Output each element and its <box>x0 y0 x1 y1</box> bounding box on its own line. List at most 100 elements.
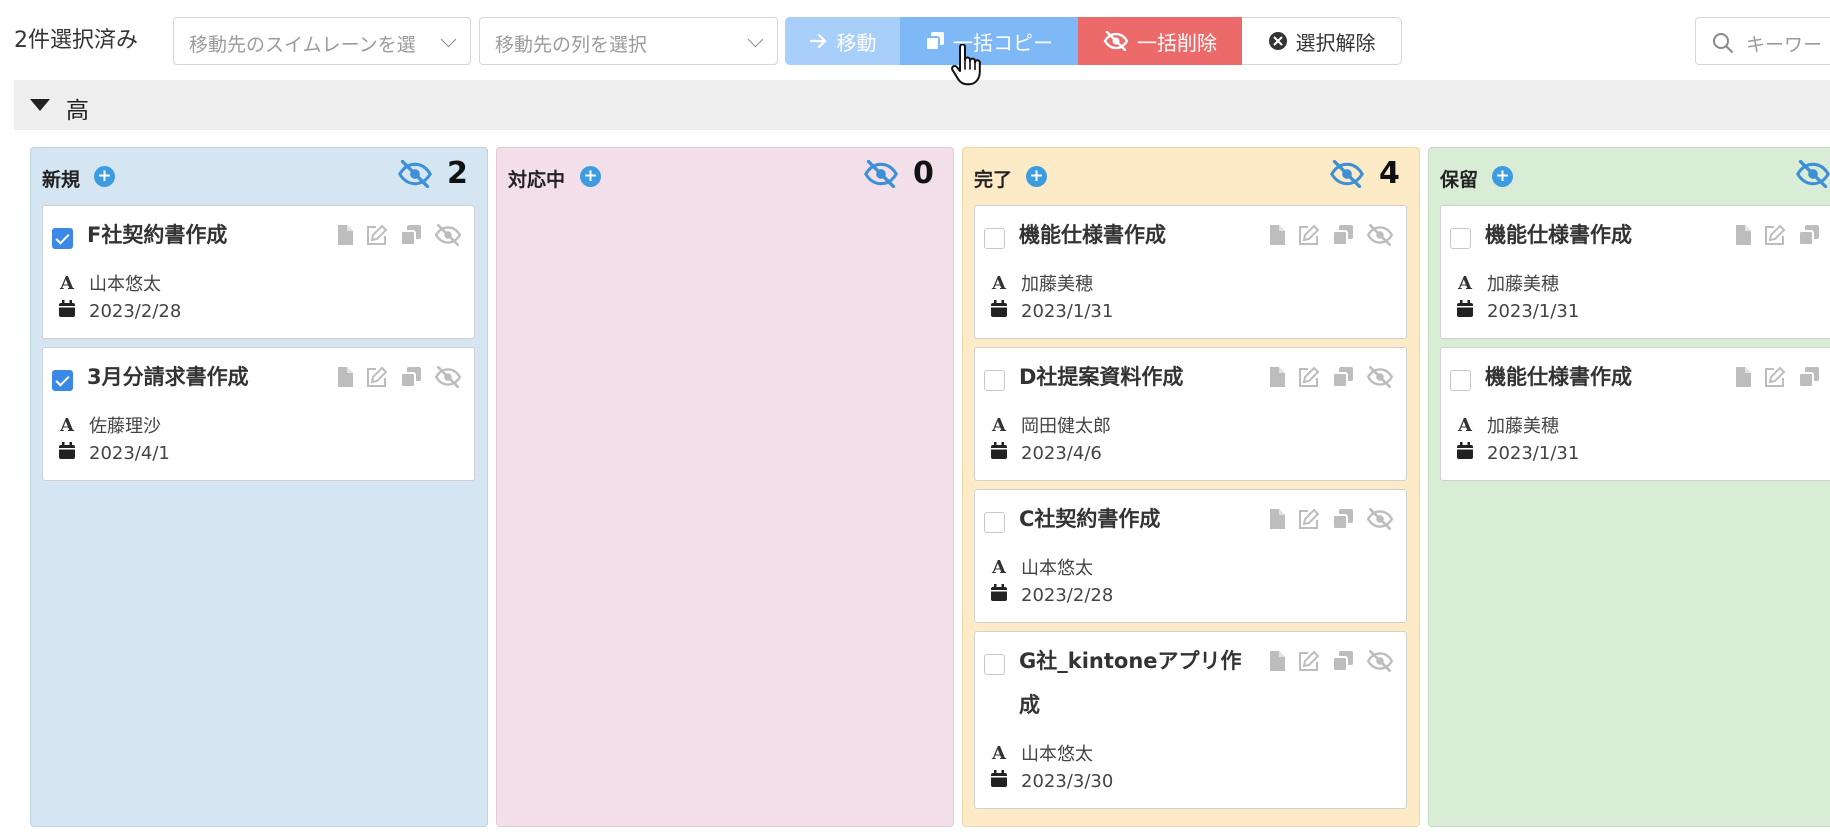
task-card[interactable]: 3月分請求書作成 A 佐藤理沙 2023/4/1 <box>42 347 475 481</box>
bulk-copy-button[interactable]: 一括コピー <box>900 17 1078 65</box>
card-assignee: A 加藤美穂 <box>991 270 1093 296</box>
task-card[interactable]: 機能仕様書作成 A 加藤美穂 2023/1/31 <box>1440 347 1830 481</box>
file-icon[interactable] <box>1734 366 1752 392</box>
add-card-icon[interactable]: + <box>1026 166 1047 187</box>
card-title[interactable]: F社契約書作成 <box>87 213 312 257</box>
file-icon[interactable] <box>1268 650 1286 676</box>
card-title[interactable]: 機能仕様書作成 <box>1019 213 1244 257</box>
calendar-icon <box>1457 442 1473 464</box>
copy-icon[interactable] <box>400 224 422 250</box>
calendar-icon <box>991 442 1007 464</box>
file-icon[interactable] <box>1268 224 1286 250</box>
file-icon[interactable] <box>1268 366 1286 392</box>
task-card[interactable]: 機能仕様書作成 A 加藤美穂 2023/1/31 <box>1440 205 1830 339</box>
task-card[interactable]: 機能仕様書作成 A 加藤美穂 2023/1/31 <box>974 205 1407 339</box>
edit-icon[interactable] <box>1764 366 1786 392</box>
card-due-date: 2023/2/28 <box>991 584 1113 606</box>
task-card[interactable]: F社契約書作成 A 山本悠太 2023/2/28 <box>42 205 475 339</box>
file-icon[interactable] <box>336 366 354 392</box>
add-card-icon[interactable]: + <box>94 166 115 187</box>
card-assignee: A 佐藤理沙 <box>59 412 161 438</box>
bulk-delete-button[interactable]: 一括削除 <box>1078 17 1242 65</box>
card-select-checkbox[interactable] <box>1450 370 1471 391</box>
assignee-name: 佐藤理沙 <box>89 416 161 437</box>
hide-card-eye-slash-icon[interactable] <box>434 366 462 392</box>
card-select-checkbox[interactable] <box>52 228 73 249</box>
file-icon[interactable] <box>1734 224 1752 250</box>
caret-down-icon[interactable] <box>30 99 50 111</box>
assignee-icon: A <box>992 414 1006 436</box>
keyword-search-input[interactable]: キーワー <box>1695 17 1830 65</box>
card-actions <box>1268 650 1394 676</box>
column-header: 対応中 + 0 <box>497 148 953 203</box>
edit-icon[interactable] <box>366 366 388 392</box>
move-button[interactable]: 移動 <box>785 17 900 65</box>
file-icon[interactable] <box>336 224 354 250</box>
edit-icon[interactable] <box>1298 508 1320 534</box>
card-assignee: A 山本悠太 <box>991 740 1093 766</box>
column-card-count: 0 <box>913 156 934 191</box>
column-header: 保留 + <box>1429 148 1830 203</box>
clear-selection-button[interactable]: 選択解除 <box>1242 17 1402 65</box>
target-swimlane-select[interactable]: 移動先のスイムレーンを選 <box>173 17 471 65</box>
card-title[interactable]: C社契約書作成 <box>1019 497 1244 541</box>
hide-card-eye-slash-icon[interactable] <box>1366 508 1394 534</box>
task-card[interactable]: C社契約書作成 A 山本悠太 2023/2/28 <box>974 489 1407 623</box>
card-select-checkbox[interactable] <box>984 370 1005 391</box>
task-card[interactable]: G社_kintoneアプリ作成 A 山本悠太 2023/3/30 <box>974 631 1407 809</box>
hide-card-eye-slash-icon[interactable] <box>1366 366 1394 392</box>
card-assignee: A 加藤美穂 <box>1457 270 1559 296</box>
column-header: 完了 + 4 <box>963 148 1419 203</box>
target-column-select[interactable]: 移動先の列を選択 <box>479 17 778 65</box>
hide-card-eye-slash-icon[interactable] <box>1366 224 1394 250</box>
card-select-checkbox[interactable] <box>52 370 73 391</box>
card-due-date: 2023/1/31 <box>991 300 1113 322</box>
card-title[interactable]: G社_kintoneアプリ作成 <box>1019 639 1244 727</box>
card-title[interactable]: 機能仕様書作成 <box>1485 355 1710 399</box>
card-title[interactable]: 3月分請求書作成 <box>87 355 312 399</box>
hide-column-eye-slash-icon[interactable] <box>1329 159 1365 192</box>
due-date: 2023/2/28 <box>1021 584 1114 606</box>
copy-icon[interactable] <box>1332 224 1354 250</box>
swimlane-header[interactable]: 高 <box>14 80 1830 130</box>
hide-card-eye-slash-icon[interactable] <box>434 224 462 250</box>
edit-icon[interactable] <box>1298 224 1320 250</box>
hide-column-eye-slash-icon[interactable] <box>397 159 433 192</box>
card-select-checkbox[interactable] <box>1450 228 1471 249</box>
copy-icon[interactable] <box>1332 650 1354 676</box>
hide-card-eye-slash-icon[interactable] <box>1366 650 1394 676</box>
column-title: 新規 <box>42 169 81 191</box>
copy-icon[interactable] <box>400 366 422 392</box>
kanban-column: 新規 + 2 F社契約書作成 A 山本悠太 2023/2/28 3月分請求書作成… <box>30 147 488 827</box>
copy-icon[interactable] <box>1798 224 1820 250</box>
column-title: 完了 <box>974 169 1013 191</box>
card-actions <box>1268 366 1394 392</box>
card-actions <box>336 366 462 392</box>
bulk-delete-label: 一括削除 <box>1137 30 1217 55</box>
swimlane-name: 高 <box>66 98 89 124</box>
card-select-checkbox[interactable] <box>984 512 1005 533</box>
edit-icon[interactable] <box>366 224 388 250</box>
hide-column-eye-slash-icon[interactable] <box>863 159 899 192</box>
column-card-count: 2 <box>447 156 468 191</box>
card-select-checkbox[interactable] <box>984 654 1005 675</box>
hide-column-eye-slash-icon[interactable] <box>1795 159 1830 192</box>
edit-icon[interactable] <box>1298 366 1320 392</box>
calendar-icon <box>991 300 1007 322</box>
task-card[interactable]: D社提案資料作成 A 岡田健太郎 2023/4/6 <box>974 347 1407 481</box>
add-card-icon[interactable]: + <box>580 166 601 187</box>
card-title[interactable]: 機能仕様書作成 <box>1485 213 1710 257</box>
add-card-icon[interactable]: + <box>1492 166 1513 187</box>
card-title[interactable]: D社提案資料作成 <box>1019 355 1244 399</box>
edit-icon[interactable] <box>1764 224 1786 250</box>
copy-icon[interactable] <box>1332 508 1354 534</box>
copy-icon[interactable] <box>1332 366 1354 392</box>
edit-icon[interactable] <box>1298 650 1320 676</box>
clear-selection-label: 選択解除 <box>1295 30 1376 55</box>
copy-icon[interactable] <box>1798 366 1820 392</box>
card-select-checkbox[interactable] <box>984 228 1005 249</box>
move-label: 移動 <box>836 30 877 55</box>
file-icon[interactable] <box>1268 508 1286 534</box>
copy-icon <box>925 32 944 51</box>
due-date: 2023/1/31 <box>1021 300 1114 322</box>
